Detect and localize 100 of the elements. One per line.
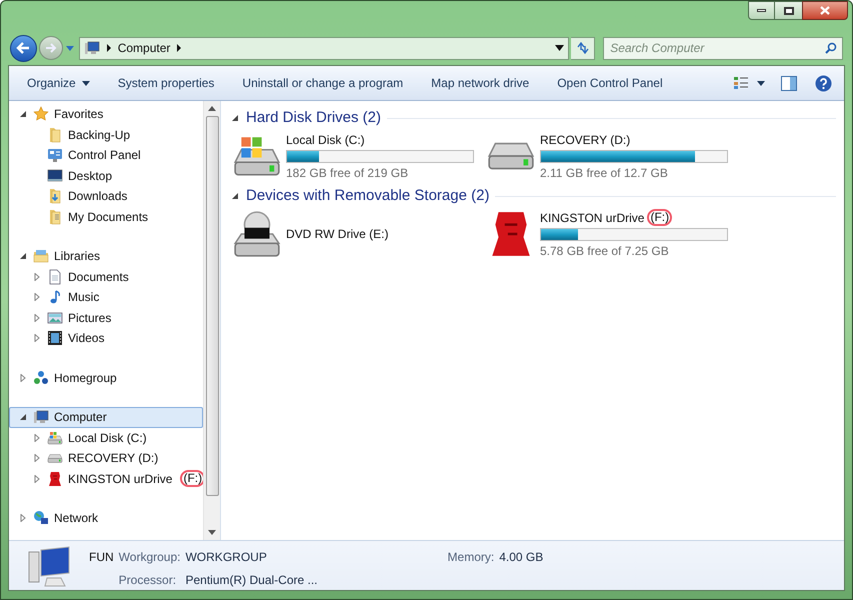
computer-icon: [84, 40, 100, 56]
history-dropdown-icon[interactable]: [64, 44, 75, 52]
item-label: Control Panel: [68, 147, 141, 164]
tree-item[interactable]: Backing-Up: [9, 124, 203, 145]
item-label: Documents: [68, 268, 129, 286]
library-icon: [33, 248, 49, 264]
tree-item[interactable]: RECOVERY (D:): [9, 448, 203, 468]
tree-item[interactable]: Downloads: [9, 186, 203, 206]
tree-item[interactable]: My Documents: [9, 206, 203, 227]
detail-value: WORKGROUP: [185, 549, 268, 566]
back-button[interactable]: [10, 34, 37, 62]
collapsed-arrow-icon[interactable]: [33, 314, 41, 322]
document-icon: [47, 268, 63, 285]
toolbar-button[interactable]: Open Control Panel: [543, 70, 677, 96]
hard-drive-icon: [47, 454, 63, 463]
tree-item[interactable]: Local Disk (C:): [9, 428, 203, 448]
scroll-down-arrow-icon[interactable]: [208, 530, 216, 535]
tree-item[interactable]: Documents: [9, 266, 203, 287]
computer-name: FUN: [89, 549, 114, 566]
item-label: Libraries: [54, 248, 100, 266]
expanded-arrow-icon[interactable]: [19, 252, 27, 260]
drive-tile[interactable]: KINGSTON urDrive (F:) 5.78 GB free of 7.25 GB: [486, 209, 740, 259]
collapsed-arrow-icon[interactable]: [33, 334, 41, 342]
detail-value: 4.00 GB: [499, 549, 544, 566]
close-button[interactable]: [802, 1, 848, 20]
breadcrumb-arrow-icon[interactable]: [176, 44, 182, 52]
free-space-text: 2.11 GB free of 12.7 GB: [540, 164, 669, 182]
item-label: Network: [54, 510, 98, 528]
free-space-text: 182 GB free of 219 GB: [286, 164, 410, 182]
preview-pane-icon: [781, 76, 797, 90]
left-arrow-icon: [16, 42, 30, 54]
maximize-button[interactable]: [775, 1, 802, 20]
folder-icon: [47, 208, 63, 225]
item-label: Local Disk (C:): [68, 430, 147, 447]
toolbar-button[interactable]: Map network drive: [417, 70, 544, 96]
system-drive-icon: [47, 430, 63, 446]
dvd-drive-icon: [232, 209, 282, 259]
tree-item[interactable]: Libraries: [9, 246, 203, 266]
collapsed-arrow-icon[interactable]: [33, 272, 41, 281]
drive-tile[interactable]: Local Disk (C:) 182 GB free of 219 GB: [232, 131, 486, 181]
item-label: Computer: [54, 409, 107, 426]
item-label: Music: [68, 289, 100, 306]
item-label: Desktop: [68, 168, 112, 185]
film-strip-icon: [47, 330, 63, 346]
download-folder-icon: [47, 188, 63, 204]
detail-label: Memory:: [448, 549, 494, 566]
drive-tile[interactable]: RECOVERY (D:) 2.11 GB free of 12.7 GB: [486, 131, 740, 181]
collapsed-arrow-icon[interactable]: [33, 434, 41, 442]
expanded-arrow-icon[interactable]: [19, 110, 27, 118]
expanded-arrow-icon[interactable]: [19, 413, 27, 422]
computer-icon: [33, 409, 49, 426]
item-label: Favorites: [54, 106, 104, 124]
right-arrow-icon: [44, 43, 57, 53]
scrollbar-thumb[interactable]: [206, 116, 218, 496]
scroll-up-arrow-icon[interactable]: [208, 106, 216, 111]
control-panel-icon: [47, 147, 63, 164]
star-icon: [33, 106, 49, 122]
address-bar[interactable]: Computer: [78, 36, 570, 60]
item-label: Backing-Up: [68, 126, 130, 144]
view-list-icon: [733, 76, 749, 90]
tree-item[interactable]: Computer: [9, 407, 203, 428]
item-label: RECOVERY (D:): [68, 450, 158, 468]
refresh-button[interactable]: [571, 36, 596, 60]
tree-item[interactable]: Desktop: [9, 166, 203, 186]
collapsed-arrow-icon[interactable]: [33, 293, 41, 302]
circled-drive-letter: (F:): [647, 209, 672, 226]
tree-item[interactable]: Pictures: [9, 308, 203, 328]
vertical-scrollbar[interactable]: [203, 101, 220, 540]
collapsed-arrow-icon[interactable]: [19, 374, 27, 382]
tree-item[interactable]: Favorites: [9, 104, 203, 124]
item-label: Videos: [68, 330, 104, 348]
tree-item[interactable]: Music: [9, 287, 203, 308]
drive-tile[interactable]: DVD RW Drive (E:): [232, 209, 486, 259]
collapsed-arrow-icon[interactable]: [19, 514, 27, 522]
tree-item[interactable]: Network: [9, 508, 203, 528]
item-label: KINGSTON urDrive: [540, 210, 644, 226]
tree-item[interactable]: Control Panel: [9, 145, 203, 166]
dropdown-arrow-icon[interactable]: [555, 45, 564, 51]
breadcrumb-item[interactable]: Computer: [118, 39, 170, 57]
search-icon[interactable]: [825, 42, 837, 54]
collapsed-arrow-icon[interactable]: [33, 454, 41, 462]
collapsed-arrow-icon[interactable]: [33, 474, 41, 483]
item-label: KINGSTON urDrive: [68, 470, 172, 488]
toolbar-button[interactable]: Uninstall or change a program: [228, 70, 418, 96]
dropdown-arrow-icon: [82, 80, 90, 86]
breadcrumb-arrow-icon[interactable]: [106, 44, 112, 52]
minimize-button[interactable]: [748, 1, 775, 20]
folder-icon: [47, 126, 63, 143]
toolbar-button[interactable]: Organize: [13, 70, 104, 96]
tree-item[interactable]: Homegroup: [9, 368, 203, 388]
toolbar-button[interactable]: System properties: [104, 70, 228, 96]
close-icon: [820, 6, 830, 15]
item-label: Homegroup: [54, 370, 117, 387]
search-field[interactable]: Search Computer: [603, 36, 843, 60]
head-logo-icon: [47, 470, 63, 487]
detail-label: Workgroup:: [118, 549, 180, 566]
item-label: DVD RW Drive (E:): [286, 226, 388, 243]
pictures-icon: [47, 310, 63, 326]
tree-item[interactable]: Videos: [9, 328, 203, 348]
dropdown-arrow-icon: [757, 80, 765, 86]
